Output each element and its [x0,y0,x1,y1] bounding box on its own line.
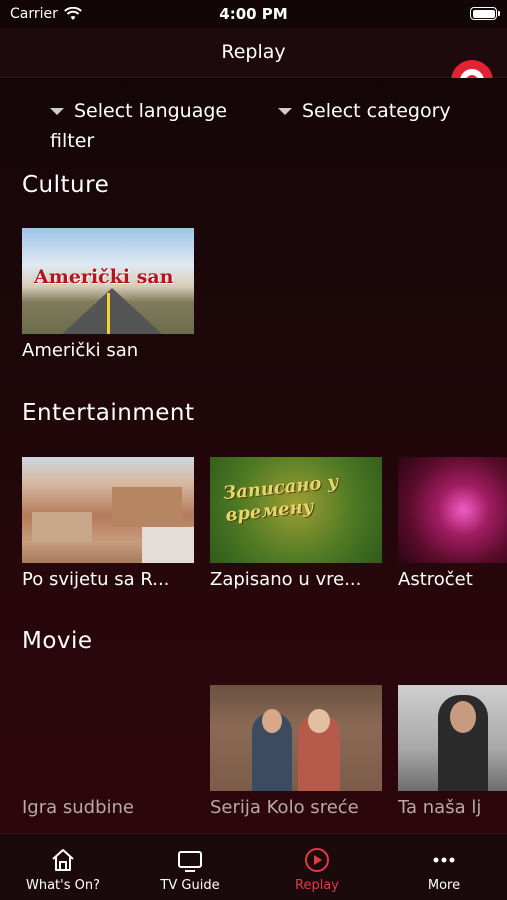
battery-icon [470,7,500,20]
language-filter-label: Select language [74,100,228,122]
tab-whats-on[interactable]: What's On? [0,834,126,900]
card-title: Igra sudbine [22,797,135,818]
replay-card[interactable]: Igra sudbine [22,685,194,818]
tab-replay[interactable]: Replay [254,834,380,900]
replay-card[interactable]: Astročet [398,457,507,590]
thumbnail: Američki san [22,228,194,334]
replay-card[interactable]: Po svijetu sa R... [22,457,194,590]
thumbnail: Записано у времену [210,457,382,563]
tab-label: More [427,878,461,893]
card-title: Američki san [22,340,139,361]
replay-card[interactable]: Američki san Američki san [22,228,194,361]
card-title: Po svijetu sa R... [22,569,170,590]
section-title-culture: Culture [22,172,110,198]
tab-tv-guide[interactable]: TV Guide [127,834,253,900]
language-filter-dropdown[interactable]: Select language filter [50,96,228,152]
category-filter-label: Select category [302,100,451,122]
caret-down-icon [50,108,64,115]
card-title: Zapisano u vre... [210,569,362,590]
thumbnail [210,685,382,791]
replay-card[interactable]: Записано у времену Zapisano u vre... [210,457,382,590]
category-filter-dropdown[interactable]: Select category [278,96,451,126]
status-bar: Carrier 4:00 PM [0,0,507,28]
card-title: Ta naša lj [398,797,482,818]
thumbnail-overlay-text: Записано у времену [222,471,340,527]
record-icon[interactable] [451,60,493,78]
nav-header: Replay [0,28,507,78]
section-title-entertainment: Entertainment [22,400,195,426]
caret-down-icon [278,108,292,115]
tab-label: What's On? [25,878,100,893]
thumbnail [22,685,194,791]
card-title: Astročet [398,569,473,590]
replay-card[interactable]: Serija Kolo sreće [210,685,382,818]
section-title-movie: Movie [22,628,93,654]
card-title: Serija Kolo sreće [210,797,359,818]
filter-bar: Select language filter Select category [50,96,490,158]
home-icon [52,849,74,871]
replay-screen: Carrier 4:00 PM Replay Select language f… [0,0,507,900]
tv-icon [178,851,202,872]
replay-icon [305,848,329,872]
thumbnail [22,457,194,563]
tab-bar: What's On? TV Guide Replay More [0,833,507,900]
tab-label: TV Guide [160,878,220,893]
thumbnail [398,685,507,791]
page-title: Replay [221,41,286,63]
thumbnail-overlay-text: Američki san [34,266,174,288]
tab-more[interactable]: More [381,834,507,900]
tab-label: Replay [295,878,339,893]
status-time: 4:00 PM [219,5,288,23]
thumbnail [398,457,507,563]
language-filter-label-wrap: filter [50,130,95,152]
more-icon [433,857,455,863]
replay-card[interactable]: Ta naša lj [398,685,507,818]
